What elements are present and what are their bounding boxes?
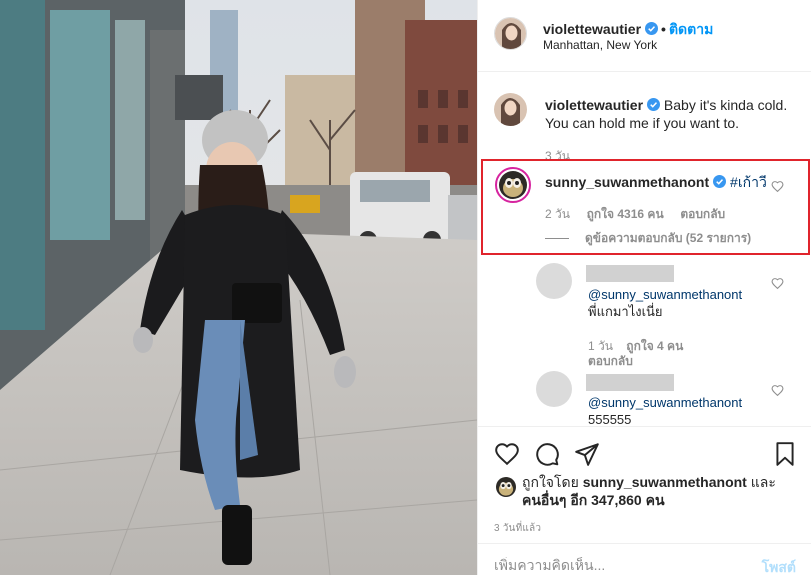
comment-meta: 2 วัน ถูกใจ 4316 คน ตอบกลับ (545, 205, 725, 224)
comment-hashtag[interactable]: #เก้าวี (730, 174, 767, 190)
reply-time: 1 วัน (588, 339, 613, 353)
liked-by-avatar[interactable] (496, 477, 516, 497)
post-header: violettewautier • ติดตาม Manhattan, New Yo… (478, 0, 811, 72)
follow-button[interactable]: ติดตาม (669, 21, 713, 37)
view-replies-label: ดูข้อความตอบกลับ (52 รายการ) (585, 231, 752, 245)
post-timestamp[interactable]: 3 วันที่แล้ว (494, 521, 541, 536)
comment-likes[interactable]: ถูกใจ 4316 คน (587, 207, 664, 221)
bookmark-icon[interactable] (772, 441, 798, 467)
reply-avatar[interactable] (536, 263, 572, 299)
liked-by-others[interactable]: คนอื่นๆ อีก 347,860 คน (522, 492, 665, 508)
reply-username-redacted (586, 265, 674, 282)
reply-body: 555555 (588, 412, 632, 427)
verified-icon (647, 98, 661, 111)
view-replies-link[interactable]: ดูข้อความตอบกลับ (52 รายการ) (545, 229, 751, 248)
post-photo[interactable] (0, 0, 477, 575)
street-photo-image (0, 0, 477, 575)
reply-reply-button[interactable]: ตอบกลับ (588, 352, 633, 371)
reply-likes[interactable]: ถูกใจ 4 คน (626, 339, 683, 353)
comment-username[interactable]: sunny_suwanmethanont (545, 174, 709, 190)
verified-icon (713, 175, 727, 188)
comment-reply-button[interactable]: ตอบกลับ (680, 207, 725, 221)
reply-text: @sunny_suwanmethanont พี่แกมาไงเนี่ย (588, 286, 742, 320)
author-avatar[interactable] (494, 17, 527, 50)
share-icon[interactable] (574, 441, 600, 467)
post-panel: violettewautier • ติดตาม Manhattan, New Yo… (477, 0, 811, 575)
caption-text: violettewautier Baby it's kinda cold. Yo… (545, 96, 795, 132)
comment-text: sunny_suwanmethanont #เก้าวี (545, 172, 767, 194)
liked-by-text: ถูกใจโดย sunny_suwanmethanont และ คนอื่น… (522, 473, 796, 509)
instagram-post: violettewautier • ติดตาม Manhattan, New Yo… (0, 0, 811, 575)
post-actions: ถูกใจโดย sunny_suwanmethanont และ คนอื่น… (478, 426, 811, 575)
comment-time: 2 วัน (545, 207, 570, 221)
reply-text: @sunny_suwanmethanont 555555 (588, 394, 742, 428)
replies-divider (545, 238, 569, 240)
liked-by: ถูกใจโดย sunny_suwanmethanont และ คนอื่น… (496, 473, 796, 509)
add-comment-input[interactable] (494, 557, 734, 573)
reply-username-redacted (586, 374, 674, 391)
caption-username[interactable]: violettewautier (545, 97, 643, 113)
caption-avatar[interactable] (494, 93, 527, 126)
author-username[interactable]: violettewautier (543, 21, 641, 37)
reply-avatar[interactable] (536, 371, 572, 407)
reply-mention[interactable]: @sunny_suwanmethanont (588, 395, 742, 410)
liked-by-and: และ (750, 474, 776, 490)
reply-like-heart-icon[interactable] (771, 384, 784, 397)
comment-icon[interactable] (534, 441, 560, 467)
reply-body: พี่แกมาไงเนี่ย (588, 304, 663, 319)
add-comment-bar: โพสต์ (478, 543, 811, 575)
separator-dot: • (661, 21, 666, 37)
post-location[interactable]: Manhattan, New York (543, 38, 657, 52)
reply-mention[interactable]: @sunny_suwanmethanont (588, 287, 742, 302)
heart-icon[interactable] (494, 441, 520, 467)
liked-by-prefix: ถูกใจโดย (522, 474, 579, 490)
post-comment-button[interactable]: โพสต์ (762, 557, 796, 575)
liked-by-user[interactable]: sunny_suwanmethanont (583, 474, 747, 490)
verified-icon (645, 22, 659, 35)
reply-like-heart-icon[interactable] (771, 277, 784, 290)
comment-like-heart-icon[interactable] (771, 180, 784, 193)
commenter-avatar[interactable] (495, 167, 531, 203)
